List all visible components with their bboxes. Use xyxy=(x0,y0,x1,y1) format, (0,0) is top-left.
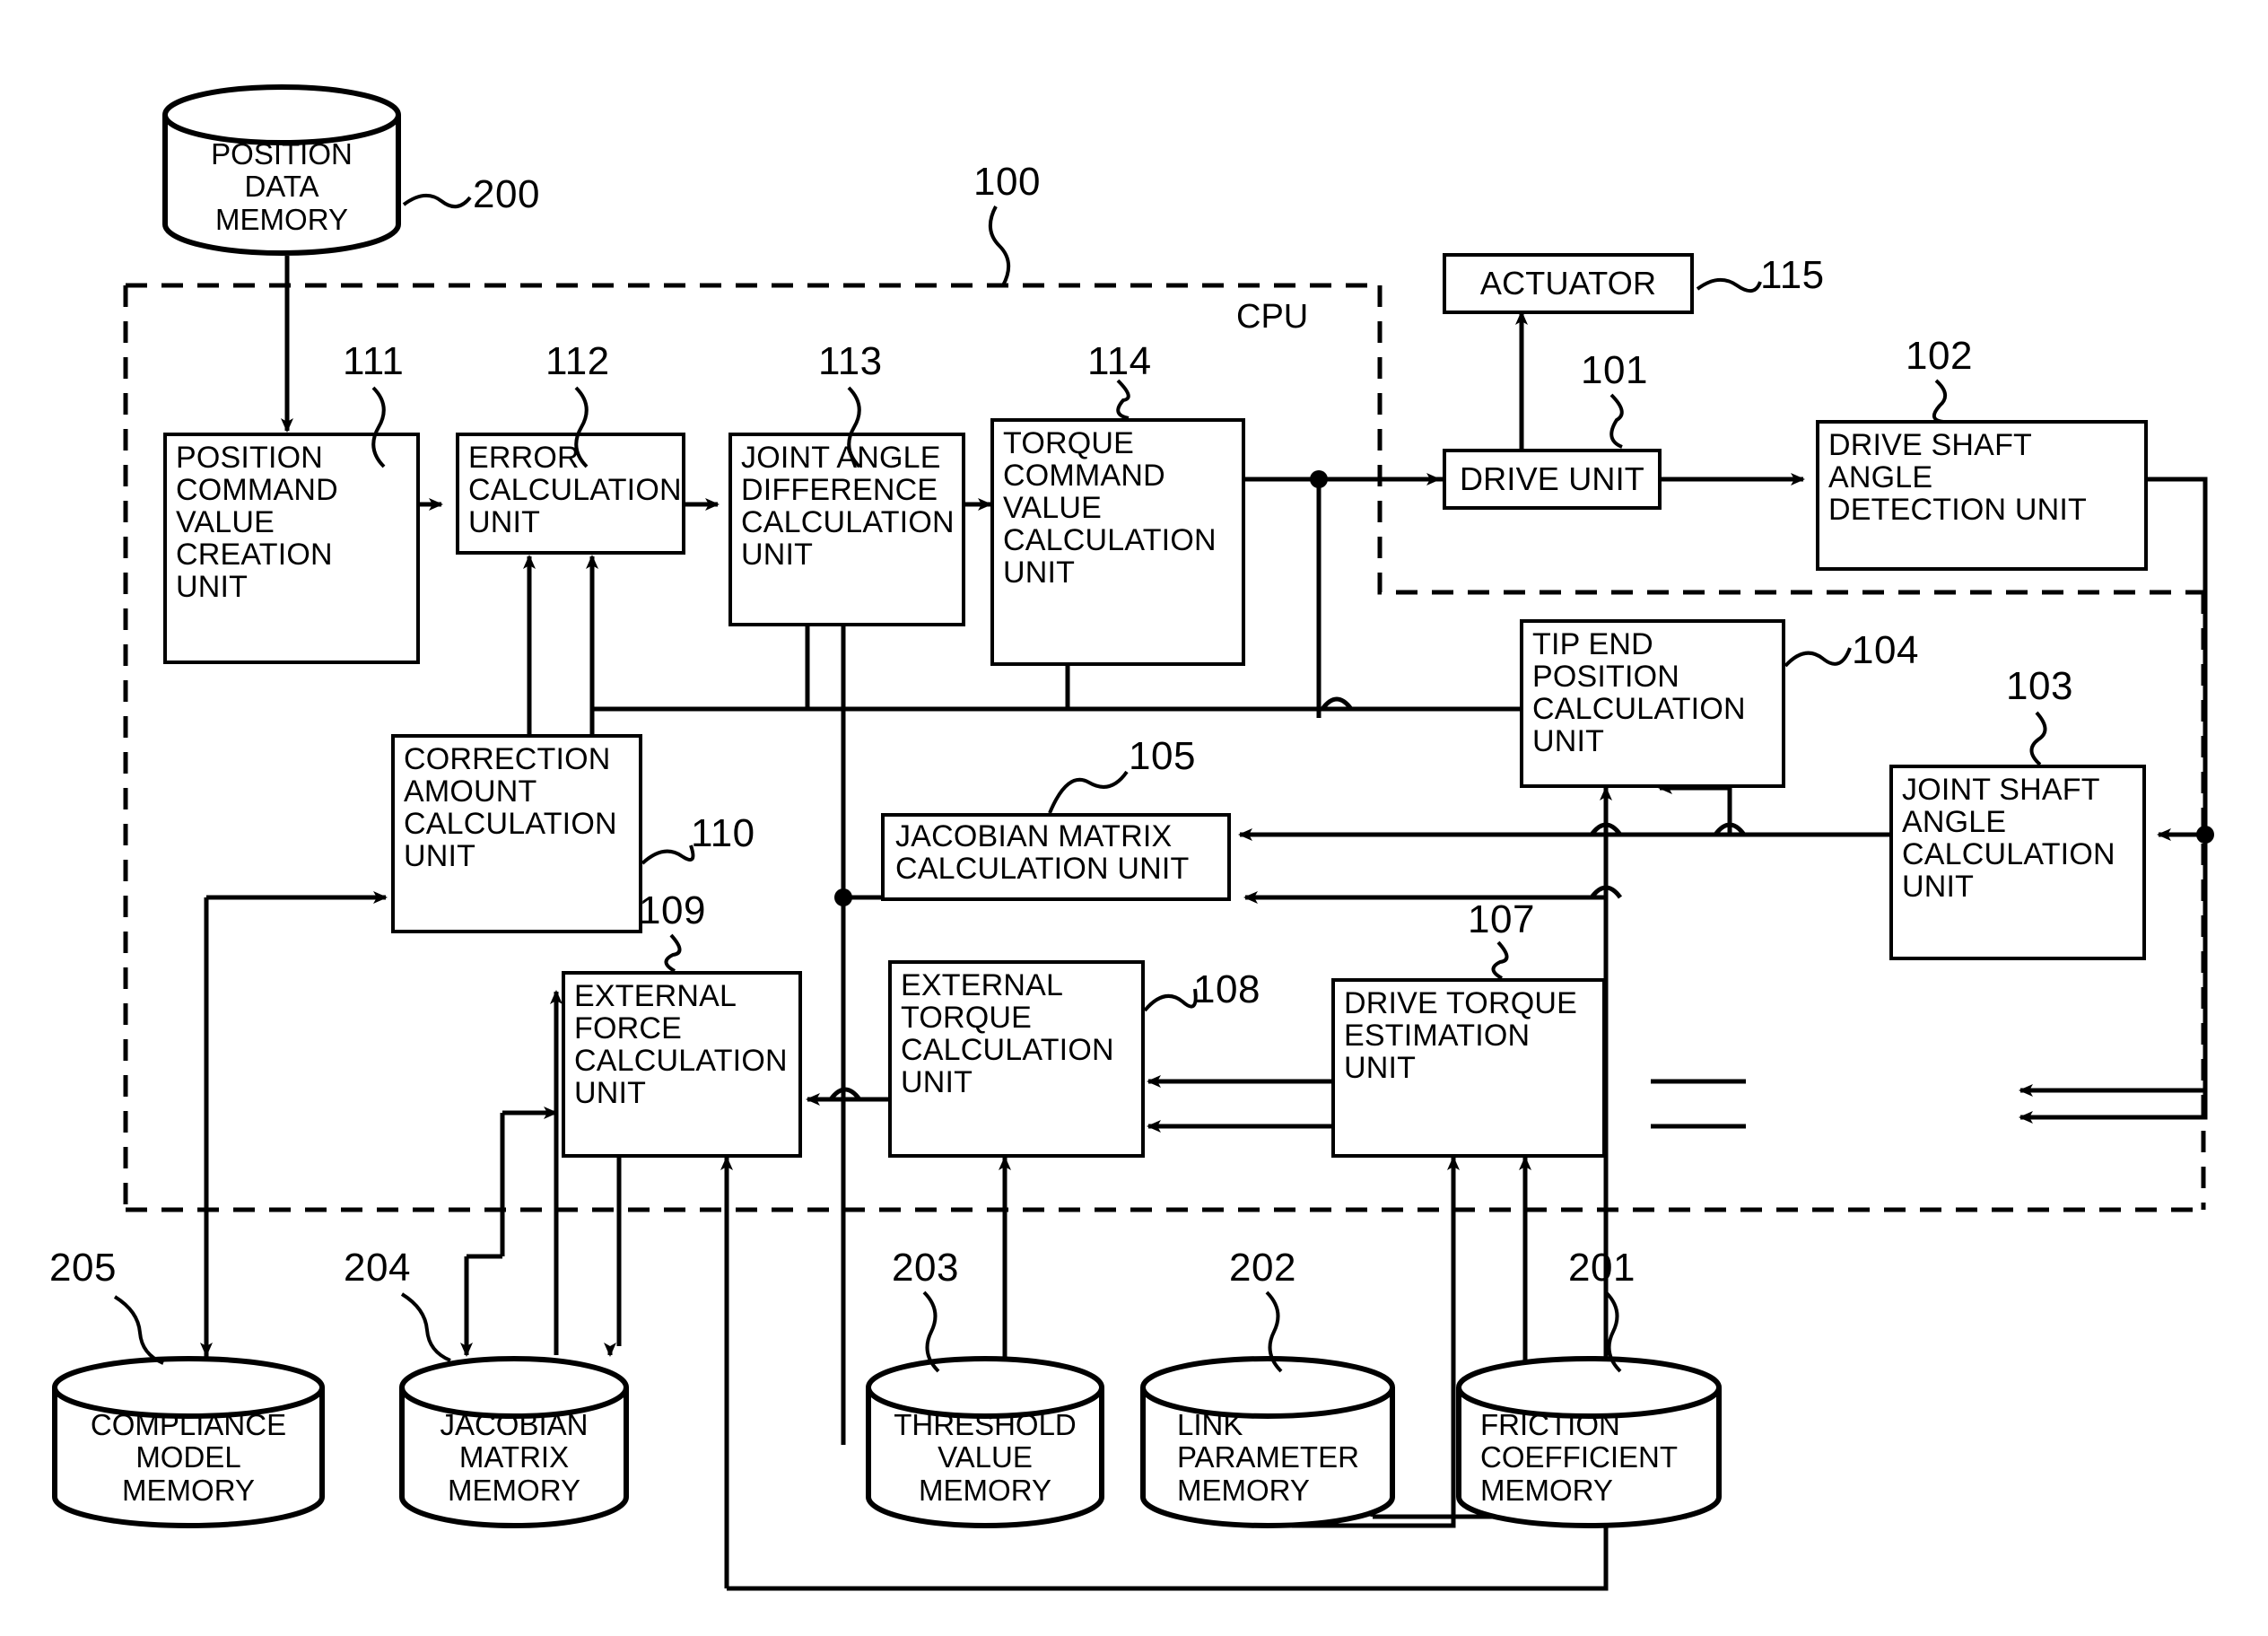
memory-205-label: COMPLIANCE MODEL MEMORY xyxy=(90,1408,287,1507)
unit-114-label: TORQUE COMMAND VALUE CALCULATION UNIT xyxy=(1003,426,1217,591)
unit-112-label: ERROR CALCULATION UNIT xyxy=(468,441,682,540)
unit-115-actuator[interactable]: ACTUATOR xyxy=(1443,253,1694,314)
unit-109-label: EXTERNAL FORCE CALCULATION UNIT xyxy=(574,979,788,1111)
ref-110: 110 xyxy=(691,811,755,855)
unit-104-label: TIP END POSITION CALCULATION UNIT xyxy=(1532,627,1746,759)
ref-100: 100 xyxy=(973,160,1041,204)
memory-203-label: THRESHOLD VALUE MEMORY xyxy=(894,1408,1077,1507)
unit-115-label: ACTUATOR xyxy=(1479,264,1657,302)
unit-110-correction-amount-calculation-unit[interactable]: CORRECTION AMOUNT CALCULATION UNIT xyxy=(391,734,642,933)
unit-111-position-command-value-creation-unit[interactable]: POSITION COMMAND VALUE CREATION UNIT xyxy=(163,433,420,664)
ref-103: 103 xyxy=(2006,664,2073,708)
memory-202-label: LINK PARAMETER MEMORY xyxy=(1177,1408,1359,1507)
ref-109: 109 xyxy=(639,888,706,932)
ref-113: 113 xyxy=(818,339,883,383)
unit-105-jacobian-matrix-calculation-unit[interactable]: JACOBIAN MATRIX CALCULATION UNIT xyxy=(881,813,1231,901)
unit-102-drive-shaft-angle-detection-unit[interactable]: DRIVE SHAFT ANGLE DETECTION UNIT xyxy=(1816,420,2148,571)
unit-108-label: EXTERNAL TORQUE CALCULATION UNIT xyxy=(901,968,1114,1100)
unit-103-label: JOINT SHAFT ANGLE CALCULATION UNIT xyxy=(1902,773,2115,905)
unit-101-drive-unit[interactable]: DRIVE UNIT xyxy=(1443,449,1662,510)
ref-205: 205 xyxy=(49,1246,117,1290)
unit-103-joint-shaft-angle-calculation-unit[interactable]: JOINT SHAFT ANGLE CALCULATION UNIT xyxy=(1889,765,2146,960)
unit-114-torque-command-value-calculation-unit[interactable]: TORQUE COMMAND VALUE CALCULATION UNIT xyxy=(990,418,1245,666)
memory-204: JACOBIAN MATRIX MEMORY xyxy=(397,1353,632,1533)
ref-202: 202 xyxy=(1229,1246,1296,1290)
cpu-label: CPU xyxy=(1236,298,1309,336)
unit-113-label: JOINT ANGLE DIFFERENCE CALCULATION UNIT xyxy=(741,441,955,573)
memory-201: FRICTION COEFFICIENT MEMORY xyxy=(1453,1353,1724,1533)
unit-111-label: POSITION COMMAND VALUE CREATION UNIT xyxy=(176,441,338,605)
ref-115: 115 xyxy=(1760,253,1825,297)
ref-101: 101 xyxy=(1581,348,1648,392)
ref-107: 107 xyxy=(1468,897,1535,941)
ref-114: 114 xyxy=(1087,339,1152,383)
memory-202: LINK PARAMETER MEMORY xyxy=(1138,1353,1398,1533)
unit-102-label: DRIVE SHAFT ANGLE DETECTION UNIT xyxy=(1828,428,2088,528)
unit-101-label: DRIVE UNIT xyxy=(1459,459,1644,497)
unit-107-drive-torque-estimation-unit[interactable]: DRIVE TORQUE ESTIMATION UNIT xyxy=(1331,978,1606,1158)
memory-204-label: JACOBIAN MATRIX MEMORY xyxy=(440,1408,589,1507)
ref-108: 108 xyxy=(1193,967,1260,1011)
unit-105-label: JACOBIAN MATRIX CALCULATION UNIT xyxy=(895,819,1190,887)
unit-107-label: DRIVE TORQUE ESTIMATION UNIT xyxy=(1344,986,1577,1086)
memory-200: POSITION DATA MEMORY xyxy=(160,83,404,258)
ref-102: 102 xyxy=(1906,334,1973,378)
ref-201: 201 xyxy=(1568,1246,1636,1290)
unit-110-label: CORRECTION AMOUNT CALCULATION UNIT xyxy=(404,742,617,874)
ref-200: 200 xyxy=(473,172,540,216)
memory-203: THRESHOLD VALUE MEMORY xyxy=(863,1353,1107,1533)
memory-200-label: POSITION DATA MEMORY xyxy=(211,137,353,236)
unit-112-error-calculation-unit[interactable]: ERROR CALCULATION UNIT xyxy=(456,433,685,555)
memory-201-label: FRICTION COEFFICIENT MEMORY xyxy=(1480,1408,1678,1507)
unit-113-joint-angle-difference-calculation-unit[interactable]: JOINT ANGLE DIFFERENCE CALCULATION UNIT xyxy=(728,433,965,626)
ref-204: 204 xyxy=(344,1246,411,1290)
ref-105: 105 xyxy=(1129,734,1196,778)
ref-112: 112 xyxy=(545,339,610,383)
ref-111: 111 xyxy=(343,339,405,383)
unit-109-external-force-calculation-unit[interactable]: EXTERNAL FORCE CALCULATION UNIT xyxy=(562,971,802,1158)
ref-104: 104 xyxy=(1852,628,1919,672)
ref-203: 203 xyxy=(892,1246,959,1290)
unit-108-external-torque-calculation-unit[interactable]: EXTERNAL TORQUE CALCULATION UNIT xyxy=(888,960,1145,1158)
memory-205: COMPLIANCE MODEL MEMORY xyxy=(49,1353,327,1533)
block-diagram-canvas: 100 CPU POSITION DATA MEMORY 200 COMPLIA… xyxy=(0,0,2268,1636)
unit-104-tip-end-position-calculation-unit[interactable]: TIP END POSITION CALCULATION UNIT xyxy=(1520,619,1785,788)
